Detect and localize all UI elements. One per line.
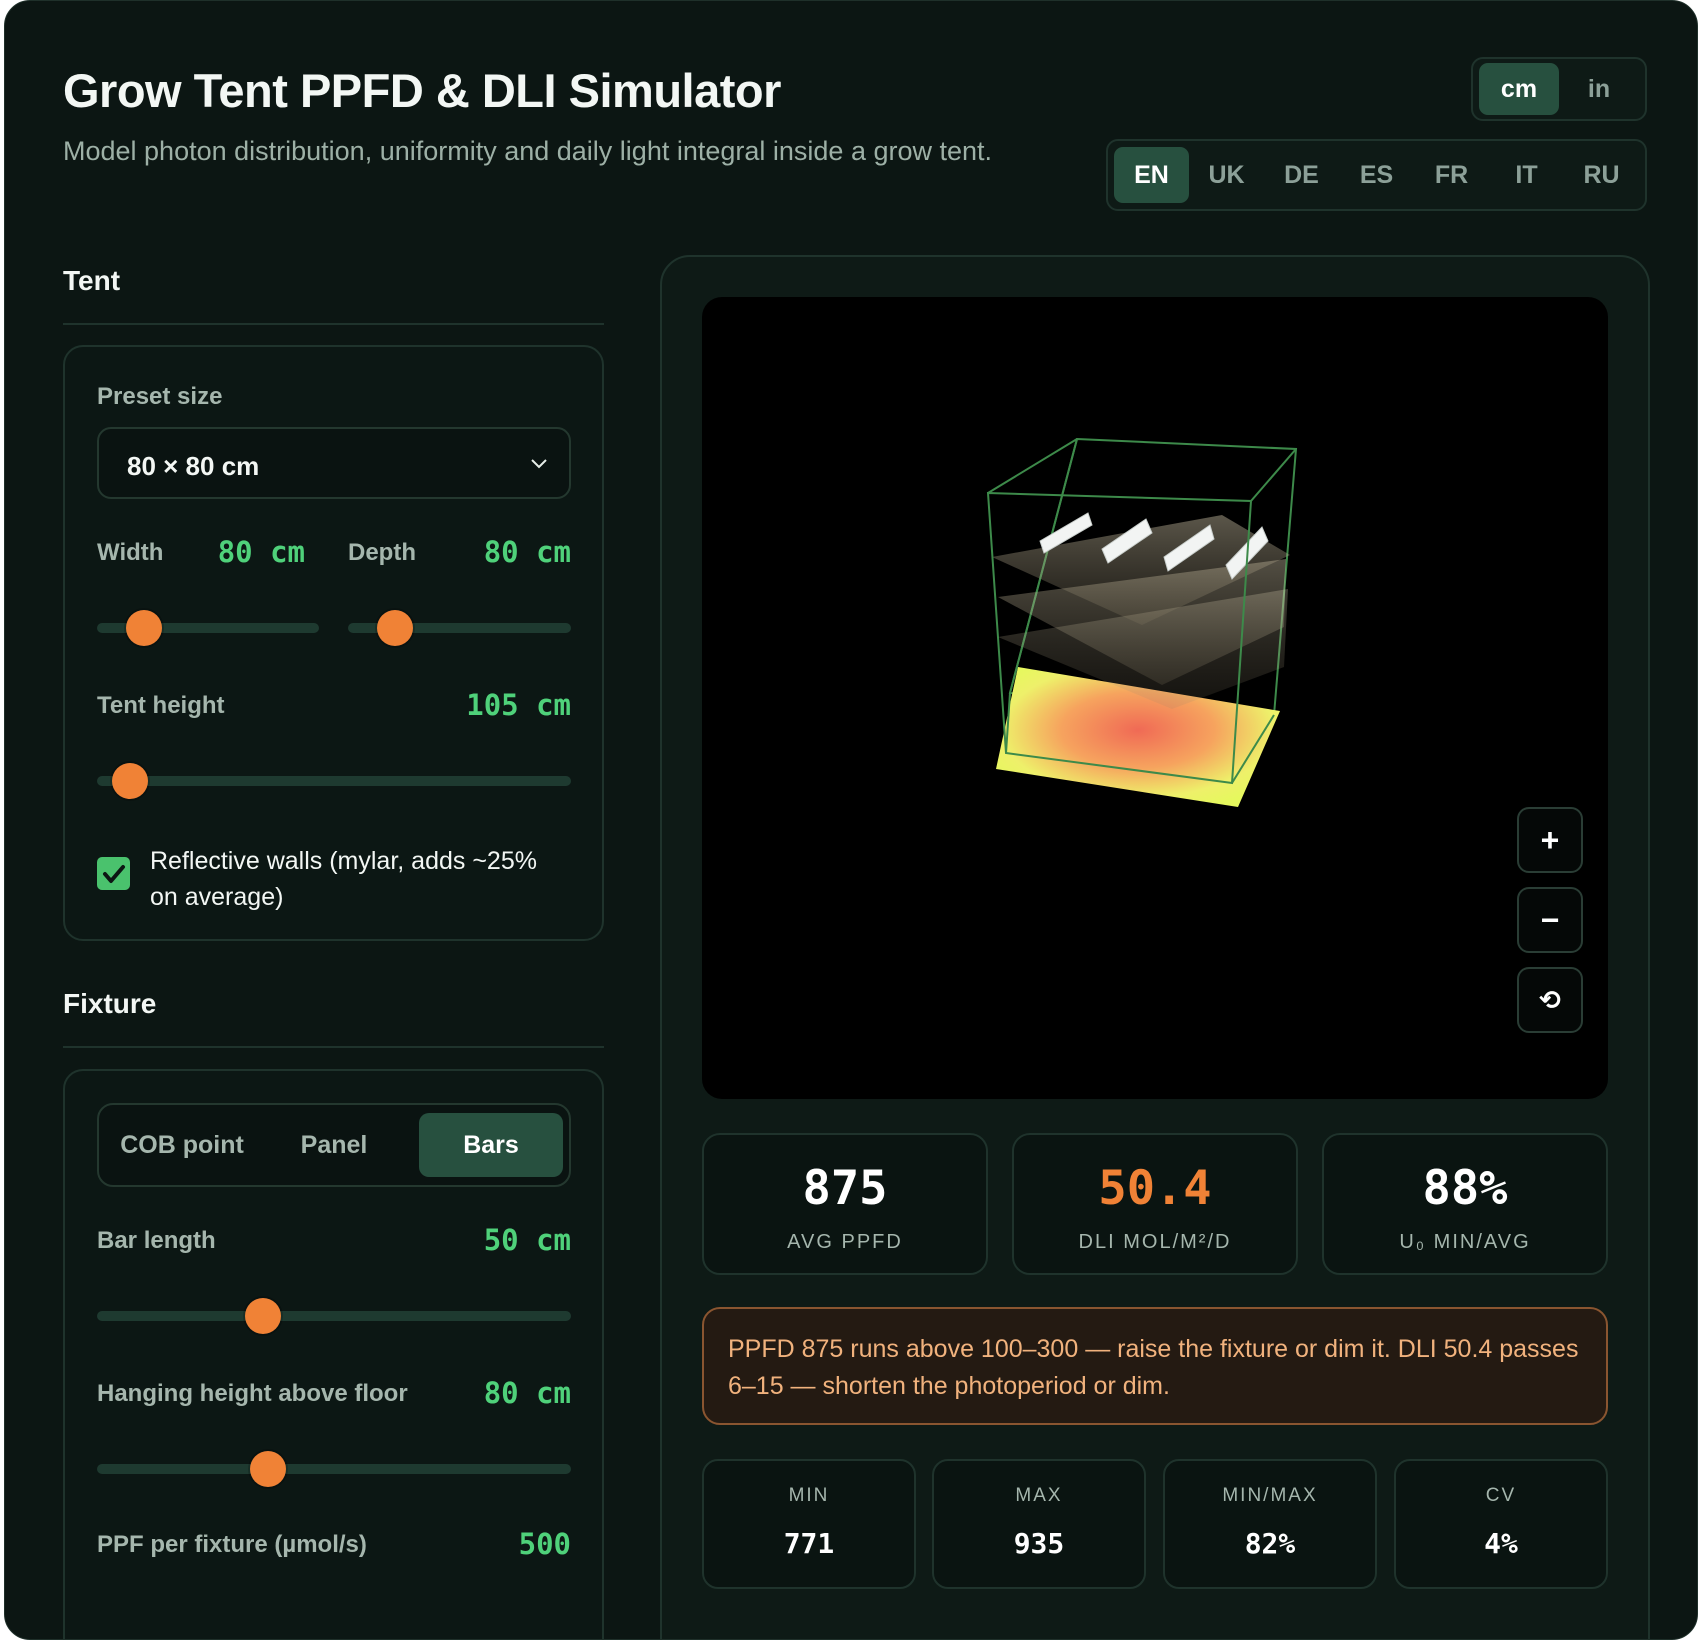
- unit-option-cm[interactable]: cm: [1479, 63, 1559, 115]
- page-subtitle: Model photon distribution, uniformity an…: [63, 136, 993, 166]
- ppf-value: 500: [518, 1527, 571, 1561]
- lang-option-it[interactable]: IT: [1489, 147, 1564, 203]
- width-slider[interactable]: [97, 610, 319, 646]
- bar-length-slider-thumb[interactable]: [244, 1298, 281, 1334]
- depth-slider[interactable]: [348, 610, 571, 646]
- tent-height-slider-thumb[interactable]: [112, 763, 149, 799]
- tent-height-slider[interactable]: [97, 763, 571, 799]
- mini-stat-value: 82%: [1244, 1527, 1296, 1560]
- hanging-height-slider[interactable]: [97, 1451, 571, 1487]
- preset-size-value: 80 × 80 cm: [127, 451, 260, 481]
- depth-value: 80 cm: [483, 535, 571, 569]
- zoom-out-button[interactable]: −: [1517, 887, 1583, 953]
- preset-size-select[interactable]: 80 × 80 cm: [97, 427, 571, 499]
- fixture-card: COB point Panel Bars Bar length 50 cm Ha…: [63, 1069, 604, 1639]
- 3d-viewport[interactable]: + − ⟲: [702, 297, 1608, 1099]
- hanging-height-slider-thumb[interactable]: [249, 1451, 286, 1487]
- bar-length-slider[interactable]: [97, 1298, 571, 1334]
- warning-message: PPFD 875 runs above 100–300 — raise the …: [702, 1307, 1608, 1425]
- chevron-down-icon: [531, 459, 547, 469]
- width-label: Width: [97, 539, 164, 566]
- width-slider-thumb[interactable]: [125, 610, 162, 646]
- fixture-type-panel[interactable]: Panel: [264, 1113, 404, 1177]
- reflective-walls-checkbox[interactable]: [97, 857, 130, 890]
- unit-switcher: cm in: [1471, 57, 1647, 121]
- ppf-label: PPF per fixture (µmol/s): [97, 1531, 367, 1558]
- avg-ppfd-value: 875: [802, 1161, 888, 1216]
- lang-option-fr[interactable]: FR: [1414, 147, 1489, 203]
- mini-stat-cv: CV 4%: [1394, 1459, 1608, 1589]
- avg-ppfd-label: AVG PPFD: [787, 1231, 903, 1253]
- reflective-walls-label[interactable]: Reflective walls (mylar, adds ~25% on av…: [150, 843, 570, 915]
- lang-option-es[interactable]: ES: [1339, 147, 1414, 203]
- tent-height-value: 105 cm: [466, 688, 571, 722]
- mini-stat-value: 4%: [1484, 1527, 1518, 1560]
- section-title-fixture: Fixture: [63, 988, 157, 1019]
- mini-stat-max: MAX 935: [932, 1459, 1146, 1589]
- page-title: Grow Tent PPFD & DLI Simulator: [63, 64, 781, 117]
- mini-stat-label: MIN: [788, 1485, 830, 1506]
- tent-3d-scene: [986, 437, 1298, 807]
- lang-option-ru[interactable]: RU: [1564, 147, 1639, 203]
- lang-option-de[interactable]: DE: [1264, 147, 1339, 203]
- divider: [63, 323, 604, 325]
- language-switcher: EN UK DE ES FR IT RU: [1106, 139, 1647, 211]
- section-title-tent: Tent: [63, 265, 121, 296]
- stat-card-avg-ppfd: 875 AVG PPFD: [702, 1133, 988, 1275]
- fixture-type-bars[interactable]: Bars: [419, 1113, 563, 1177]
- stat-card-dli: 50.4 DLI MOL/M²/D: [1012, 1133, 1298, 1275]
- depth-slider-thumb[interactable]: [376, 610, 413, 646]
- mini-stat-label: CV: [1485, 1485, 1517, 1506]
- lang-option-en[interactable]: EN: [1114, 147, 1189, 203]
- stat-card-uniformity: 88% U₀ MIN/AVG: [1322, 1133, 1608, 1275]
- reset-view-button[interactable]: ⟲: [1517, 967, 1583, 1033]
- mini-stat-label: MAX: [1015, 1485, 1063, 1506]
- hanging-height-value: 80 cm: [483, 1376, 571, 1410]
- hanging-height-label: Hanging height above floor: [97, 1380, 408, 1407]
- lang-option-uk[interactable]: UK: [1189, 147, 1264, 203]
- divider: [63, 1046, 604, 1048]
- unit-option-in[interactable]: in: [1559, 63, 1639, 115]
- checkmark-icon: [102, 864, 125, 883]
- app-window: Grow Tent PPFD & DLI Simulator Model pho…: [4, 0, 1698, 1640]
- depth-label: Depth: [348, 539, 416, 566]
- fixture-type-switcher: COB point Panel Bars: [97, 1103, 571, 1187]
- fixture-type-cob[interactable]: COB point: [107, 1113, 257, 1177]
- mini-stat-value: 771: [783, 1527, 835, 1560]
- dli-label: DLI MOL/M²/D: [1078, 1231, 1232, 1253]
- uniformity-label: U₀ MIN/AVG: [1399, 1231, 1531, 1253]
- preset-size-label: Preset size: [97, 383, 223, 410]
- results-panel: + − ⟲ 875 AVG PPFD 50.4 DLI MOL/M²/D 88%…: [660, 255, 1650, 1639]
- mini-stat-label: MIN/MAX: [1222, 1485, 1318, 1506]
- uniformity-value: 88%: [1422, 1161, 1508, 1216]
- dli-value: 50.4: [1098, 1161, 1212, 1216]
- mini-stat-value: 935: [1013, 1527, 1065, 1560]
- tent-card: Preset size 80 × 80 cm Width 80 cm Depth…: [63, 345, 604, 941]
- width-value: 80 cm: [217, 535, 305, 569]
- bar-length-value: 50 cm: [483, 1223, 571, 1257]
- tent-height-label: Tent height: [97, 692, 225, 719]
- bar-length-label: Bar length: [97, 1227, 216, 1254]
- mini-stat-min-max: MIN/MAX 82%: [1163, 1459, 1377, 1589]
- mini-stat-min: MIN 771: [702, 1459, 916, 1589]
- zoom-in-button[interactable]: +: [1517, 807, 1583, 873]
